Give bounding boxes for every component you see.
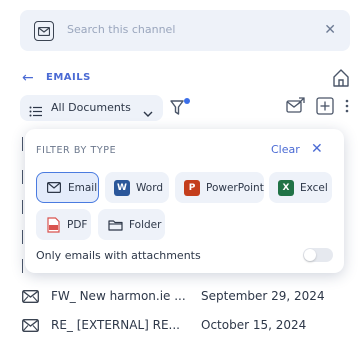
chip-label: Email xyxy=(68,181,98,194)
email-subject: RE_ [EXTERNAL] RE... xyxy=(51,318,180,332)
chip-label: Word xyxy=(136,181,163,194)
chip-label: PowerPoint xyxy=(206,181,264,194)
new-email-icon[interactable] xyxy=(286,97,306,119)
popover-title: FILTER BY TYPE xyxy=(36,145,117,156)
mail-icon xyxy=(34,21,54,41)
email-date: October 15, 2024 xyxy=(201,318,307,332)
back-arrow-icon[interactable]: ← xyxy=(22,70,34,86)
search-placeholder[interactable]: Search this channel xyxy=(67,23,175,36)
chip-label: PDF xyxy=(67,218,88,231)
documents-select[interactable]: All Documents xyxy=(20,95,163,121)
filter-chip-powerpoint[interactable]: P PowerPoint xyxy=(175,172,264,203)
powerpoint-icon: P xyxy=(183,179,201,197)
more-options-icon[interactable] xyxy=(344,98,350,118)
section-header: ← EMAILS xyxy=(22,68,350,90)
filter-chip-pdf[interactable]: PDF xyxy=(36,209,91,240)
section-label: EMAILS xyxy=(46,72,91,83)
clear-search-icon[interactable]: ✕ xyxy=(324,23,336,37)
attachments-only-toggle[interactable] xyxy=(303,248,333,262)
email-subject: FW_ New harmon.ie ... xyxy=(51,289,186,303)
filter-chip-excel[interactable]: X Excel xyxy=(269,172,332,203)
list-item[interactable]: FW_ New harmon.ie ... September 29, 2024 xyxy=(22,286,352,308)
home-icon[interactable] xyxy=(332,68,350,88)
close-icon[interactable]: ✕ xyxy=(311,141,323,157)
filter-active-dot xyxy=(184,98,190,104)
mail-icon xyxy=(45,179,63,197)
chip-label: Folder xyxy=(129,218,162,231)
word-icon: W xyxy=(113,179,131,197)
mail-icon xyxy=(22,319,39,335)
chip-label: Excel xyxy=(300,181,328,194)
list-item[interactable]: RE_ [EXTERNAL] RE... October 15, 2024 xyxy=(22,315,352,337)
attachments-only-label: Only emails with attachments xyxy=(36,249,201,262)
mail-icon xyxy=(22,290,39,306)
filter-chip-word[interactable]: W Word xyxy=(105,172,169,203)
email-date: September 29, 2024 xyxy=(201,289,325,303)
clear-filter-button[interactable]: Clear xyxy=(271,143,300,156)
pdf-icon xyxy=(44,216,62,234)
folder-icon xyxy=(106,216,124,234)
filter-chip-email[interactable]: Email xyxy=(36,172,99,203)
list-icon xyxy=(29,102,43,121)
toolbar-actions xyxy=(286,97,350,119)
documents-select-value: All Documents xyxy=(51,101,131,114)
filter-button[interactable] xyxy=(170,98,190,118)
filter-by-type-popover: FILTER BY TYPE Clear ✕ Email W Word P Po… xyxy=(25,129,344,273)
add-icon[interactable] xyxy=(316,97,334,119)
excel-icon: X xyxy=(277,179,295,197)
list-toolbar: All Documents xyxy=(20,95,350,121)
filter-chip-folder[interactable]: Folder xyxy=(98,209,165,240)
toggle-knob xyxy=(304,249,316,261)
channel-search-bar[interactable]: Search this channel ✕ xyxy=(20,10,350,51)
chevron-down-icon xyxy=(143,103,153,122)
